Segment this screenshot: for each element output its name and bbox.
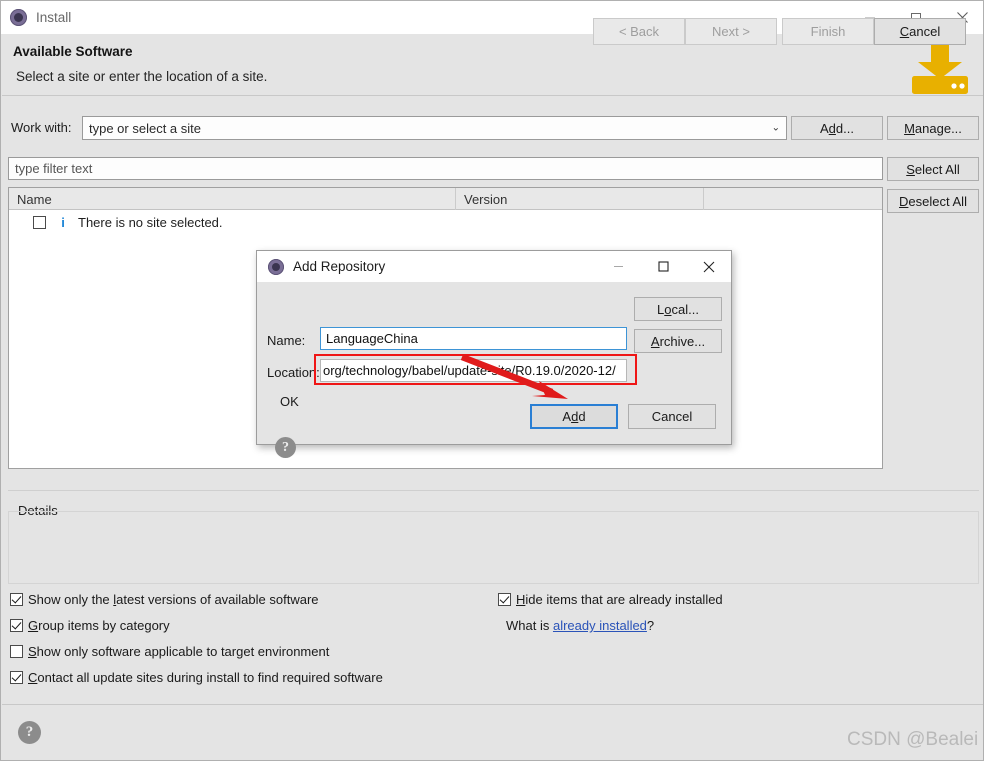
dialog-titlebar: Add Repository [257,251,731,282]
select-all-mnemonic: S [906,161,915,177]
dialog-maximize-icon[interactable] [641,251,686,282]
dialog-add-post: d [578,409,586,424]
wizard-footer: ? [2,704,983,760]
column-header-blank[interactable] [704,188,882,210]
option-hide-installed[interactable]: Hide items that are already installed [498,592,723,607]
window-title: Install [36,10,72,25]
deselect-all-mnemonic: D [899,193,909,209]
already-installed-link[interactable]: already installed [553,618,647,633]
option-label-post: ontact all update sites during install t… [37,670,383,685]
dialog-add-button[interactable]: Add [530,404,618,429]
name-label: Name: [267,333,306,348]
option-checkbox[interactable] [498,593,511,606]
add-site-label-mnemonic: d [828,120,836,136]
work-with-label: Work with: [11,120,72,135]
dialog-add-mnemonic: d [571,409,579,424]
location-label: Location: [267,365,320,380]
dialog-window-controls [596,251,731,282]
chevron-down-icon: ⌄ [771,122,780,134]
option-label-mnemonic: C [28,670,38,685]
local-label-pre: L [657,301,665,317]
add-site-button[interactable]: Ad d... [791,116,883,140]
next-button[interactable]: Next > [685,18,777,45]
option-label-post: roup items by category [38,618,170,633]
cancel-button[interactable]: Cancel [874,18,966,45]
option-label-mnemonic: H [516,592,526,607]
option-label-post: atest versions of available software [116,592,319,607]
filter-input[interactable]: type filter text [8,157,883,180]
manage-label-post: anage... [914,120,962,136]
table-header: Name Version [9,188,882,210]
archive-label-post: rchive... [659,333,706,349]
option-group-by-category[interactable]: Group items by category [10,618,170,633]
option-show-latest-versions[interactable]: Show only the latest versions of availab… [10,592,319,607]
what-is-prefix: What is [506,618,553,633]
repository-name-input[interactable]: LanguageChina [320,327,627,350]
local-label-post: cal... [671,301,699,317]
table-row[interactable]: i There is no site selected. [9,210,882,234]
dialog-status-text: OK [280,394,299,409]
cancel-mnemonic: C [899,24,910,39]
eclipse-gear-icon [268,258,284,275]
cancel-rest: ancel [909,24,941,39]
archive-label-mnemonic: A [650,333,660,349]
manage-button[interactable]: Manage... [887,116,979,140]
dialog-cancel-button[interactable]: Cancel [628,404,716,429]
what-is-already-installed: What is already installed? [506,618,654,633]
install-download-icon [907,38,973,96]
option-contact-update-sites[interactable]: Contact all update sites during install … [10,670,383,685]
repository-location-value: org/technology/babel/update-site/R0.19.0… [323,363,616,378]
option-label-pre: Show only the [28,592,114,607]
back-button[interactable]: < Back [593,18,685,45]
column-header-version[interactable]: Version [456,188,704,210]
page-title: Available Software [13,44,133,59]
deselect-all-button[interactable]: Deselect All [887,189,979,213]
repository-name-value: LanguageChina [326,331,418,346]
work-with-combo[interactable]: type or select a site ⌄ [82,116,787,140]
option-label-post: how only software applicable to target e… [36,644,330,659]
deselect-all-rest: eselect All [908,193,967,209]
option-checkbox[interactable] [10,645,23,658]
dialog-title: Add Repository [293,259,386,274]
select-all-button[interactable]: Select All [887,157,979,181]
add-site-label-pre: A [820,120,829,136]
help-question-icon[interactable]: ? [18,721,41,744]
what-is-suffix: ? [646,618,655,633]
select-all-rest: elect All [914,161,960,177]
option-checkbox[interactable] [10,593,23,606]
filter-placeholder: type filter text [15,161,93,176]
dialog-help-question-icon[interactable]: ? [275,437,296,458]
finish-button[interactable]: Finish [782,18,874,45]
option-checkbox[interactable] [10,619,23,632]
row-checkbox[interactable] [33,215,46,229]
manage-label-mnemonic: M [904,120,915,136]
local-button[interactable]: Lo cal... [634,297,722,321]
work-with-row: Work with: type or select a site ⌄ Ad d..… [2,116,983,140]
option-label-mnemonic: S [28,644,37,659]
section-divider [8,490,979,491]
archive-button[interactable]: Archive... [634,329,722,353]
dialog-minimize-icon[interactable] [596,251,641,282]
option-label-post: ide items that are already installed [525,592,723,607]
option-target-environment[interactable]: Show only software applicable to target … [10,644,329,659]
install-wizard-window: Install Available Software Select a site… [0,0,984,761]
repository-location-input[interactable]: org/technology/babel/update-site/R0.19.0… [320,359,627,382]
local-label-mnemonic: o [664,301,672,317]
info-icon: i [61,214,65,230]
dialog-close-icon[interactable] [686,251,731,282]
column-header-name[interactable]: Name [9,188,456,210]
option-checkbox[interactable] [10,671,23,684]
option-label-mnemonic: G [28,618,39,633]
dialog-add-pre: A [562,409,572,424]
add-site-label-post: d... [835,120,854,136]
row-name: There is no site selected. [78,214,223,230]
details-panel [8,511,979,584]
page-subtitle: Select a site or enter the location of a… [16,69,268,84]
work-with-placeholder: type or select a site [89,120,201,136]
eclipse-gear-icon [10,9,27,26]
